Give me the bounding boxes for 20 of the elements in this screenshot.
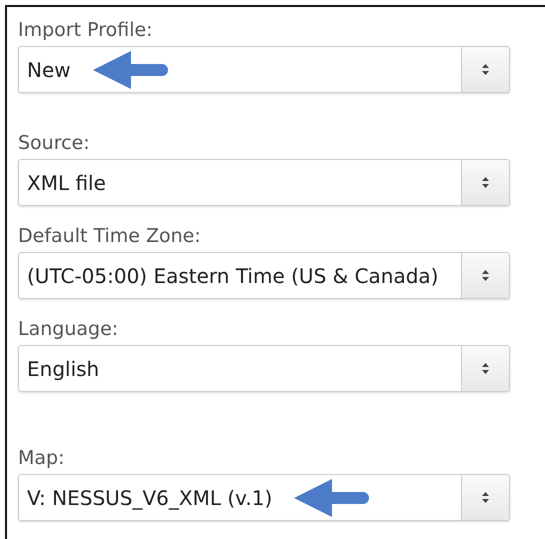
select-field[interactable]: XML file	[18, 159, 510, 206]
field-label: Language:	[18, 317, 120, 341]
spinner-button[interactable]	[461, 346, 509, 391]
select-field[interactable]: New	[18, 46, 510, 93]
field-label: Import Profile:	[18, 18, 154, 42]
field-label: Source:	[18, 131, 91, 155]
up-down-icon	[482, 270, 489, 281]
up-down-icon	[482, 363, 489, 374]
spinner-button[interactable]	[461, 253, 509, 298]
select-field[interactable]: (UTC-05:00) Eastern Time (US & Canada)	[18, 252, 510, 299]
spinner-button[interactable]	[461, 47, 509, 92]
up-down-icon	[482, 492, 489, 503]
field-label: Map:	[18, 446, 66, 470]
up-down-icon	[482, 177, 489, 188]
spinner-button[interactable]	[461, 160, 509, 205]
field-label: Default Time Zone:	[18, 224, 202, 248]
spinner-button[interactable]	[461, 475, 509, 520]
select-field[interactable]: English	[18, 345, 510, 392]
up-down-icon	[482, 64, 489, 75]
select-field[interactable]: V: NESSUS_V6_XML (v.1)	[18, 474, 510, 521]
